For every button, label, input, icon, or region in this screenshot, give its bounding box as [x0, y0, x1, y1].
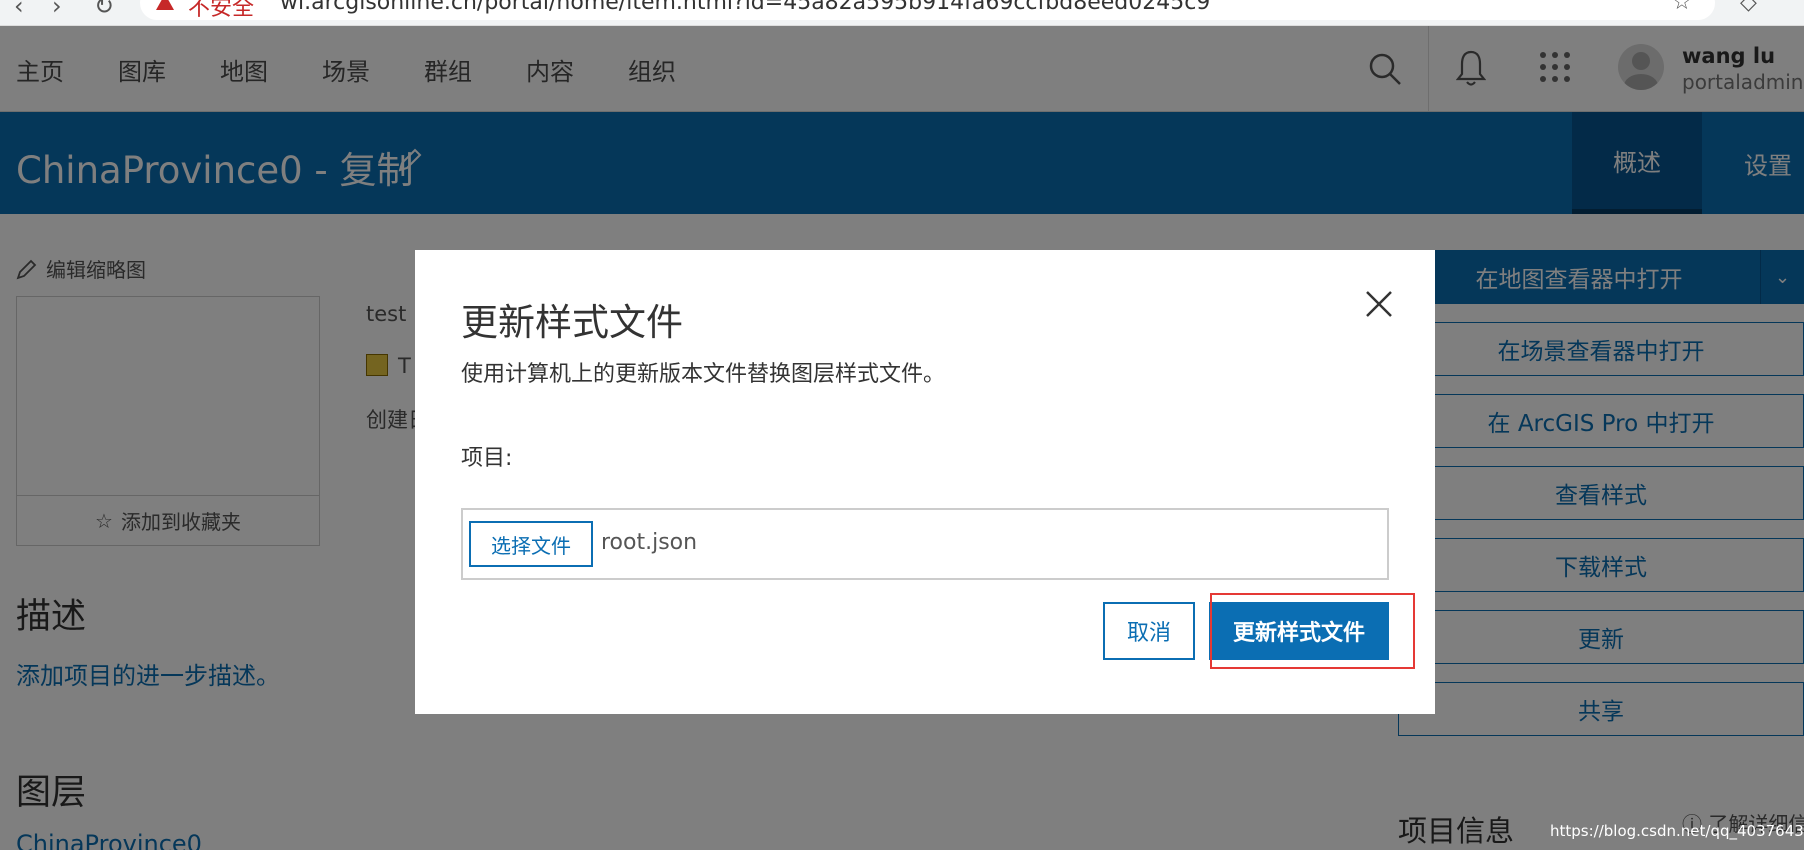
reload-icon[interactable]: ↻ — [94, 0, 114, 20]
bookmark-star-icon[interactable]: ☆ — [1672, 0, 1692, 15]
browser-bar: ‹ › ↻ 不安全 wl.arcgisonline.cn/portal/home… — [0, 0, 1804, 26]
close-icon[interactable] — [1359, 284, 1399, 324]
choose-file-button[interactable]: 选择文件 — [469, 521, 593, 567]
cancel-button[interactable]: 取消 — [1103, 602, 1195, 660]
file-field-label: 项目: — [461, 446, 513, 471]
extension-icon[interactable]: ◇ — [1740, 0, 1757, 15]
watermark: https://blog.csdn.net/qq_40376439 — [1550, 822, 1804, 840]
highlight-annotation — [1210, 593, 1415, 669]
file-input[interactable]: 选择文件 root.json — [461, 508, 1389, 580]
back-arrow-icon[interactable]: ‹ — [14, 0, 24, 20]
url-text: wl.arcgisonline.cn/portal/home/item.html… — [280, 0, 1211, 15]
forward-arrow-icon[interactable]: › — [52, 0, 62, 20]
dialog-description: 使用计算机上的更新版本文件替换图层样式文件。 — [461, 362, 946, 387]
warning-icon — [156, 0, 174, 10]
selected-file-name: root.json — [601, 530, 698, 555]
address-bar[interactable]: 不安全 wl.arcgisonline.cn/portal/home/item.… — [140, 0, 1715, 21]
security-warning: 不安全 — [188, 0, 255, 21]
dialog-title: 更新样式文件 — [461, 301, 683, 344]
